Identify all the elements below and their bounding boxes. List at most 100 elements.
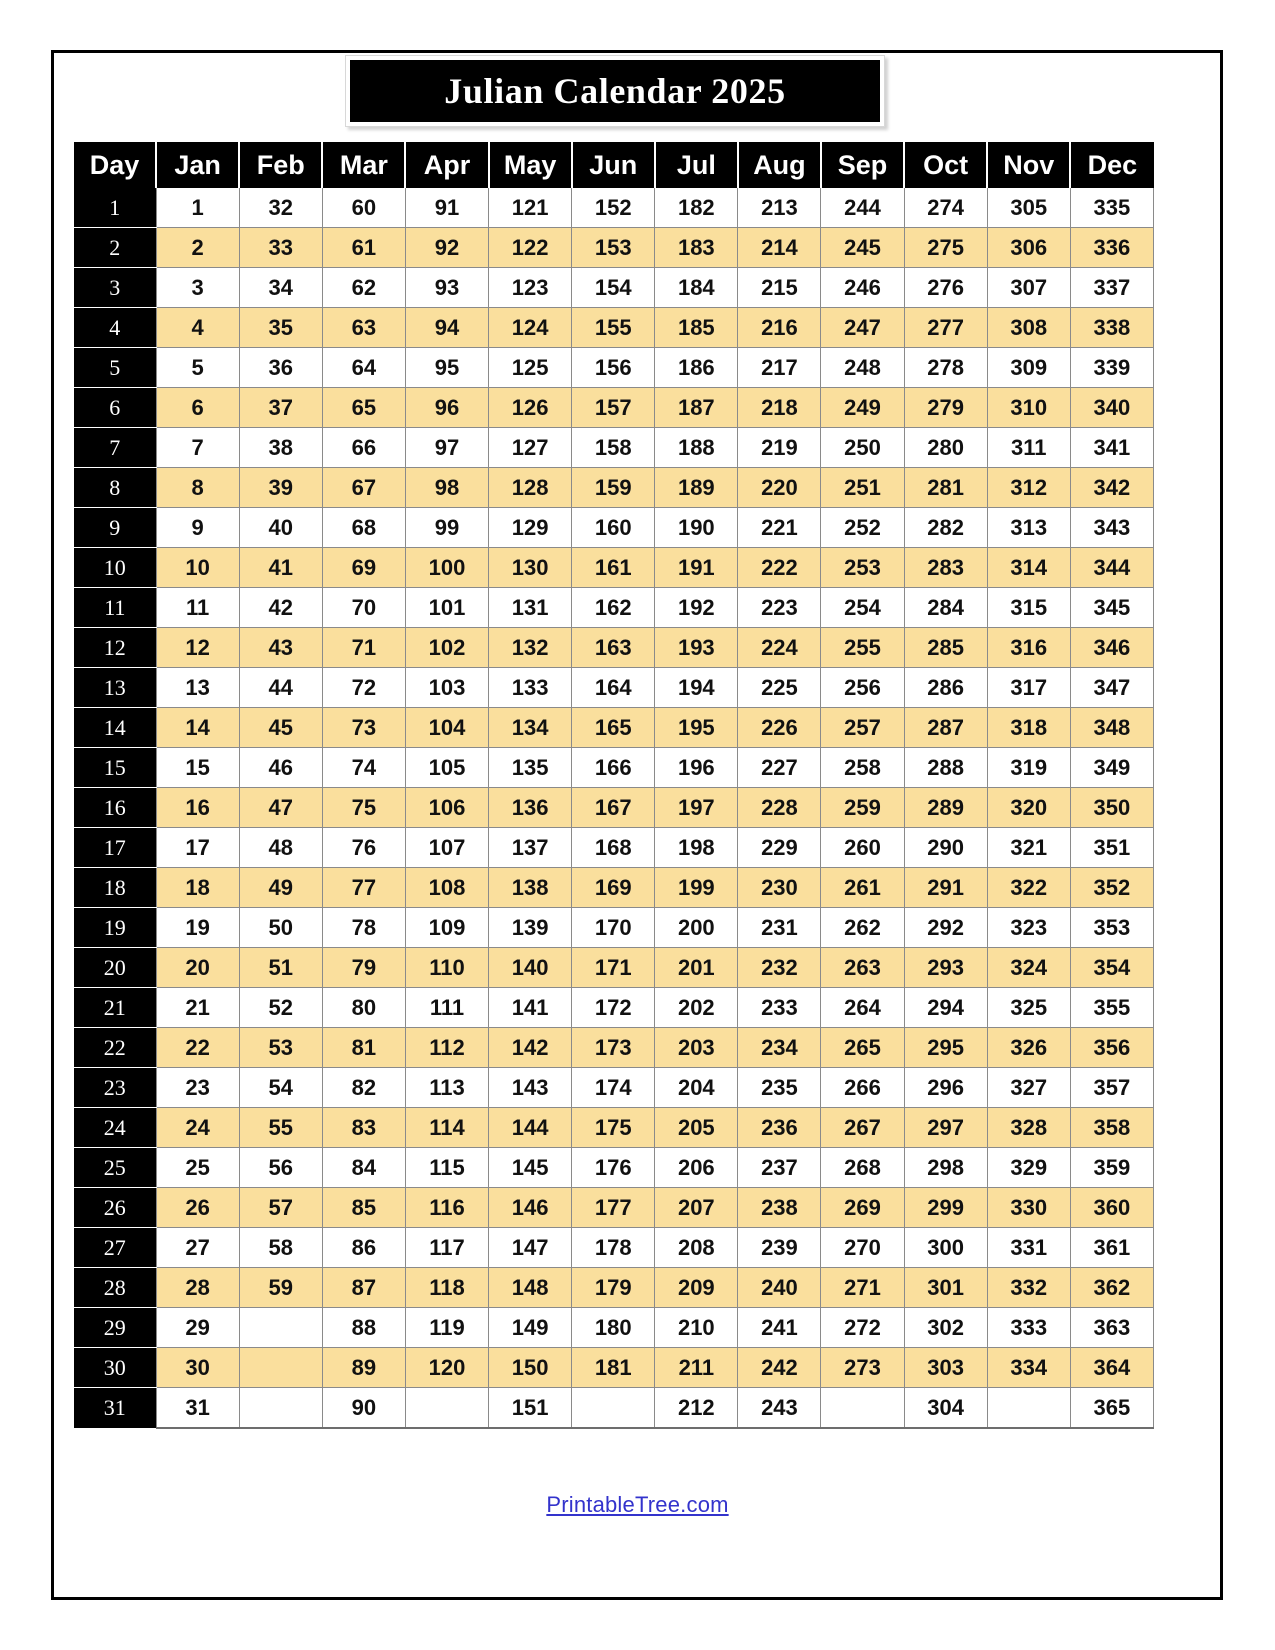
day-label-cell: 16 — [74, 787, 157, 828]
day-label-cell: 13 — [74, 667, 157, 708]
day-label-cell: 15 — [74, 747, 157, 788]
julian-day-cell — [571, 1387, 656, 1429]
julian-day-cell: 114 — [404, 1107, 490, 1148]
julian-day-cell: 164 — [571, 667, 656, 708]
julian-day-cell: 174 — [571, 1067, 656, 1108]
table-row: 7 7 38 66 97 127 158 188 219 250 280 311 341 — [74, 427, 1155, 468]
julian-day-cell: 135 — [488, 747, 573, 788]
footer: PrintableTree.com — [0, 1492, 1275, 1518]
julian-day-cell: 346 — [1069, 627, 1155, 668]
julian-day-cell: 71 — [321, 627, 406, 668]
julian-day-cell: 213 — [737, 188, 822, 228]
julian-day-cell: 273 — [820, 1347, 905, 1388]
julian-day-cell: 230 — [737, 867, 822, 908]
day-label-cell: 2 — [74, 227, 157, 268]
julian-day-cell: 112 — [404, 1027, 490, 1068]
printabletree-link[interactable]: PrintableTree.com — [546, 1492, 728, 1517]
julian-day-cell: 200 — [654, 907, 739, 948]
julian-day-cell: 171 — [571, 947, 656, 988]
table-row: 27 27 58 86 117 147 178 208 239 270 300 331 361 — [74, 1227, 1155, 1268]
julian-day-cell: 205 — [654, 1107, 739, 1148]
header-cell-day: Day — [74, 142, 158, 188]
julian-day-cell: 116 — [404, 1187, 490, 1228]
day-label-cell: 30 — [74, 1347, 157, 1388]
julian-day-cell: 271 — [820, 1267, 905, 1308]
julian-day-cell: 170 — [571, 907, 656, 948]
julian-day-cell: 63 — [321, 307, 406, 348]
title-bar: Julian Calendar 2025 — [350, 60, 880, 122]
julian-day-cell: 193 — [654, 627, 739, 668]
table-row: 8 8 39 67 98 128 159 189 220 251 281 312 342 — [74, 467, 1155, 508]
table-row: 20 20 51 79 110 140 171 201 232 263 293 324 354 — [74, 947, 1155, 988]
julian-day-cell: 190 — [654, 507, 739, 548]
table-row: 16 16 47 75 106 136 167 197 228 259 289 320 350 — [74, 787, 1155, 828]
julian-day-cell: 331 — [986, 1227, 1071, 1268]
julian-day-cell: 98 — [404, 467, 490, 508]
julian-day-cell: 3 — [155, 267, 240, 308]
julian-day-cell: 305 — [986, 188, 1071, 228]
julian-day-cell: 302 — [903, 1307, 988, 1348]
day-label-cell: 20 — [74, 947, 157, 988]
julian-day-cell: 57 — [238, 1187, 323, 1228]
julian-day-cell: 307 — [986, 267, 1071, 308]
julian-day-cell: 237 — [737, 1147, 822, 1188]
julian-day-cell: 227 — [737, 747, 822, 788]
title-banner: Julian Calendar 2025 — [345, 55, 885, 127]
table-row: 28 28 59 87 118 148 179 209 240 271 301 332 362 — [74, 1267, 1155, 1308]
julian-day-cell: 209 — [654, 1267, 739, 1308]
julian-day-cell: 131 — [488, 587, 573, 628]
table-row: 26 26 57 85 116 146 177 207 238 269 299 330 360 — [74, 1187, 1155, 1228]
julian-day-cell: 319 — [986, 747, 1071, 788]
julian-day-cell: 343 — [1069, 507, 1155, 548]
julian-day-cell: 262 — [820, 907, 905, 948]
julian-day-cell: 110 — [404, 947, 490, 988]
julian-day-cell: 93 — [404, 267, 490, 308]
julian-day-cell: 88 — [321, 1307, 406, 1348]
julian-day-cell: 30 — [155, 1347, 240, 1388]
julian-day-cell: 197 — [654, 787, 739, 828]
julian-day-cell: 363 — [1069, 1307, 1155, 1348]
julian-day-cell: 58 — [238, 1227, 323, 1268]
julian-day-cell: 215 — [737, 267, 822, 308]
julian-day-cell: 118 — [404, 1267, 490, 1308]
julian-day-cell: 42 — [238, 587, 323, 628]
header-cell-jan: Jan — [156, 142, 241, 188]
julian-day-cell: 365 — [1069, 1387, 1155, 1429]
julian-day-cell: 252 — [820, 507, 905, 548]
julian-day-cell: 128 — [488, 467, 573, 508]
julian-day-cell: 155 — [571, 307, 656, 348]
julian-day-cell: 185 — [654, 307, 739, 348]
julian-day-cell — [238, 1387, 323, 1429]
julian-day-cell: 163 — [571, 627, 656, 668]
julian-day-cell: 82 — [321, 1067, 406, 1108]
julian-day-cell: 113 — [404, 1067, 490, 1108]
julian-day-cell: 195 — [654, 707, 739, 748]
julian-day-cell: 316 — [986, 627, 1071, 668]
julian-day-cell: 259 — [820, 787, 905, 828]
julian-day-cell: 64 — [321, 347, 406, 388]
julian-day-cell: 134 — [488, 707, 573, 748]
julian-day-cell: 250 — [820, 427, 905, 468]
julian-day-cell: 235 — [737, 1067, 822, 1108]
julian-day-cell: 221 — [737, 507, 822, 548]
julian-day-cell: 296 — [903, 1067, 988, 1108]
julian-day-cell: 223 — [737, 587, 822, 628]
julian-day-cell: 65 — [321, 387, 406, 428]
julian-day-cell: 53 — [238, 1027, 323, 1068]
julian-day-cell: 207 — [654, 1187, 739, 1228]
julian-day-cell: 226 — [737, 707, 822, 748]
julian-day-cell: 99 — [404, 507, 490, 548]
julian-day-cell: 56 — [238, 1147, 323, 1188]
julian-day-cell: 335 — [1069, 188, 1155, 228]
julian-day-cell: 267 — [820, 1107, 905, 1148]
julian-day-cell: 21 — [155, 987, 240, 1028]
julian-day-cell: 117 — [404, 1227, 490, 1268]
header-row: Day Jan Feb Mar Apr May Jun Jul Aug Sep Oct Nov Dec — [74, 142, 1154, 188]
julian-day-cell: 254 — [820, 587, 905, 628]
julian-day-cell: 251 — [820, 467, 905, 508]
julian-day-cell: 46 — [238, 747, 323, 788]
julian-day-cell: 222 — [737, 547, 822, 588]
calendar-table-container: Day Jan Feb Mar Apr May Jun Jul Aug Sep Oct Nov Dec … — [74, 142, 1155, 1429]
julian-day-cell: 109 — [404, 907, 490, 948]
julian-day-cell: 107 — [404, 827, 490, 868]
